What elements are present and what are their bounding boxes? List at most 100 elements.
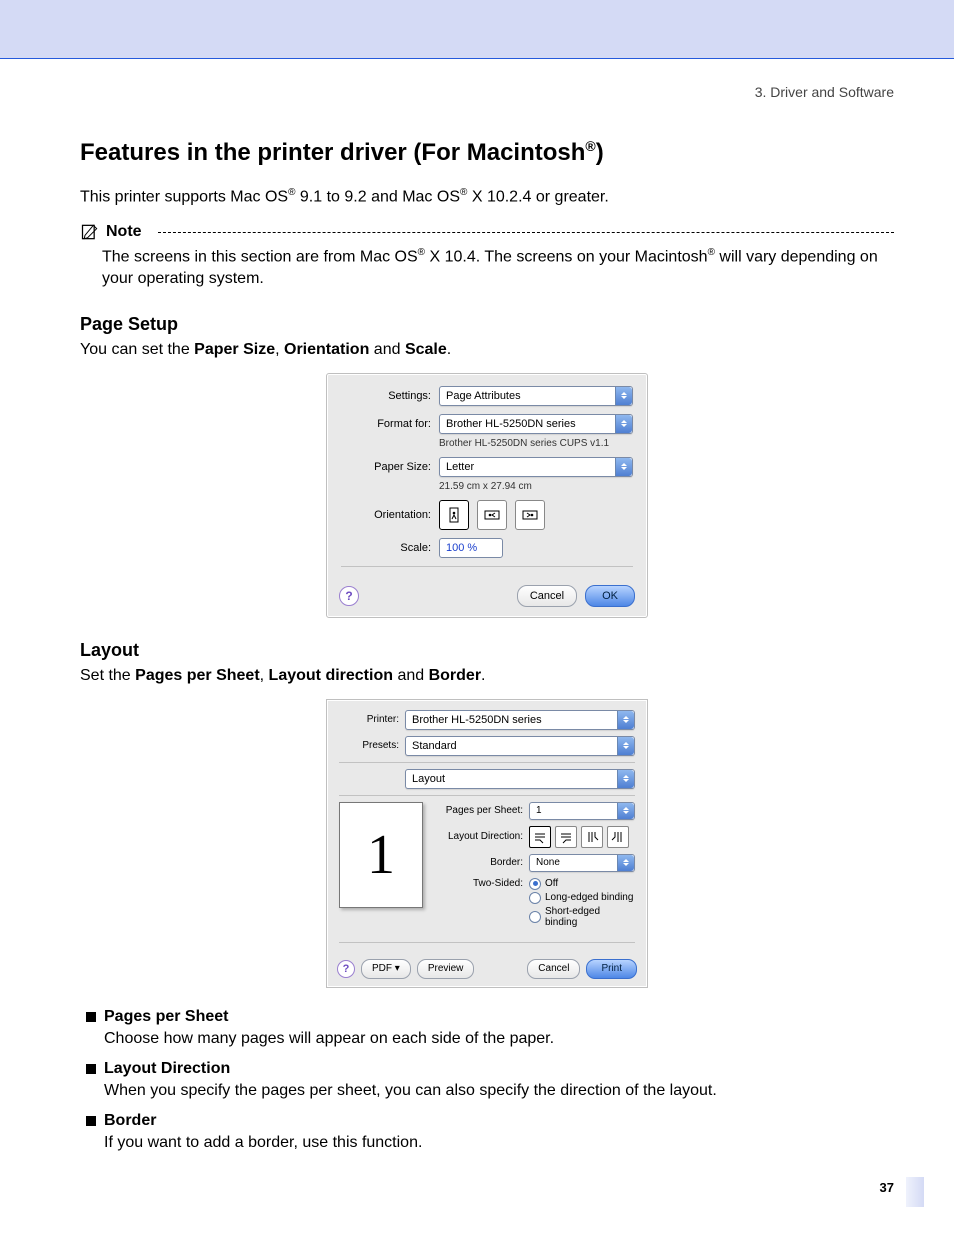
page-setup-text: You can set the Paper Size, Orientation … [80,341,894,359]
format-subtext: Brother HL-5250DN series CUPS v1.1 [439,438,633,449]
orientation-landscape-left-button[interactable] [477,500,507,530]
intro-b: 9.1 to 9.2 and Mac OS [295,188,460,205]
page-setup-dialog: Settings: Page Attributes Format for: Br… [326,373,648,618]
two-sided-long-radio[interactable]: Long-edged binding [529,892,635,904]
orientation-portrait-button[interactable] [439,500,469,530]
ly-b2: Layout direction [269,667,393,684]
ok-button[interactable]: OK [585,585,635,607]
note-heading: Note [80,222,894,242]
top-band [0,0,954,59]
two-sided-short-radio[interactable]: Short-edged binding [529,906,635,928]
mode-select[interactable]: Layout [405,769,635,789]
presets-select[interactable]: Standard [405,736,635,756]
paper-subtext: 21.59 cm x 27.94 cm [439,481,633,492]
layout-heading: Layout [80,640,894,661]
help-button[interactable]: ? [337,960,355,978]
title-sup: ® [585,138,595,154]
format-value: Brother HL-5250DN series [446,418,576,430]
title-pre: Features in the printer driver (For Maci… [80,139,585,166]
landscape-left-icon [483,506,501,524]
ld-label: Layout Direction: [435,831,529,842]
layout-text: Set the Pages per Sheet, Layout directio… [80,667,894,685]
ts-long-label: Long-edged binding [545,892,633,903]
breadcrumb: 3. Driver and Software [80,84,894,100]
radio-checked-icon [529,878,541,890]
chevron-updown-icon [617,855,634,871]
layout-direction-2-button[interactable] [555,826,577,848]
two-sided-off-radio[interactable]: Off [529,878,635,890]
layout-direction-1-button[interactable] [529,826,551,848]
format-label: Format for: [341,418,439,430]
dialog-separator [341,566,633,567]
bd-item-body: If you want to add a border, use this fu… [86,1134,894,1152]
two-sided-label: Two-Sided: [435,878,529,889]
layout-preview: 1 [339,802,423,908]
print-button[interactable]: Print [586,959,637,979]
layout-dialog: Printer: Brother HL-5250DN series Preset… [326,699,648,988]
printer-select[interactable]: Brother HL-5250DN series [405,710,635,730]
cancel-button[interactable]: Cancel [527,959,580,979]
title-post: ) [596,139,604,166]
orientation-label: Orientation: [341,509,439,521]
presets-value: Standard [412,740,457,752]
layout-direction-3-button[interactable] [581,826,603,848]
paper-label: Paper Size: [341,461,439,473]
pps-select[interactable]: 1 [529,802,635,820]
side-tab [906,1177,924,1207]
radio-icon [529,892,541,904]
ly-post: . [481,667,485,684]
border-label: Border: [435,857,529,868]
presets-label: Presets: [339,740,405,751]
settings-value: Page Attributes [446,390,521,402]
list-item: Border If you want to add a border, use … [86,1112,894,1152]
ld1-icon [533,830,547,844]
feature-list: Pages per Sheet Choose how many pages wi… [80,1008,894,1152]
ld-item-head: Layout Direction [86,1060,894,1078]
ps-b2: Orientation [284,341,369,358]
list-item: Pages per Sheet Choose how many pages wi… [86,1008,894,1048]
landscape-right-icon [521,506,539,524]
settings-select[interactable]: Page Attributes [439,386,633,406]
note-body: The screens in this section are from Mac… [80,246,894,290]
pps-item-body: Choose how many pages will appear on eac… [86,1030,894,1048]
format-select[interactable]: Brother HL-5250DN series [439,414,633,434]
ld4-icon [611,830,625,844]
scale-input[interactable]: 100 % [439,538,503,558]
dialog-separator [339,795,635,796]
paper-select[interactable]: Letter [439,457,633,477]
note-b: X 10.4. The screens on your Macintosh [425,249,708,266]
orientation-landscape-right-button[interactable] [515,500,545,530]
portrait-icon [445,506,463,524]
note-block: Note The screens in this section are fro… [80,222,894,290]
ly-m1: , [260,667,269,684]
note-sup1: ® [418,247,425,258]
dialog-separator [339,762,635,763]
ts-short-label: Short-edged binding [545,906,635,928]
note-label: Note [106,223,142,241]
ld-item-body: When you specify the pages per sheet, yo… [86,1082,894,1100]
page-setup-heading: Page Setup [80,314,894,335]
note-sup2: ® [708,247,715,258]
chevron-updown-icon [615,458,632,476]
scale-label: Scale: [341,542,439,554]
cancel-button[interactable]: Cancel [517,585,577,607]
preview-button[interactable]: Preview [417,959,475,979]
border-select[interactable]: None [529,854,635,872]
ly-b3: Border [429,667,481,684]
pdf-button[interactable]: PDF ▾ [361,959,411,979]
chevron-updown-icon [617,803,634,819]
ly-pre: Set the [80,667,135,684]
ps-m1: , [275,341,284,358]
settings-label: Settings: [341,390,439,402]
ld3-icon [585,830,599,844]
pps-value: 1 [536,805,542,816]
page-number: 37 [880,1180,894,1195]
ts-off-label: Off [545,878,558,889]
radio-icon [529,911,541,923]
mode-value: Layout [412,773,445,785]
ly-m2: and [393,667,429,684]
layout-direction-4-button[interactable] [607,826,629,848]
page-content: 3. Driver and Software Features in the p… [80,58,894,1164]
help-button[interactable]: ? [339,586,359,606]
chevron-updown-icon [615,415,632,433]
